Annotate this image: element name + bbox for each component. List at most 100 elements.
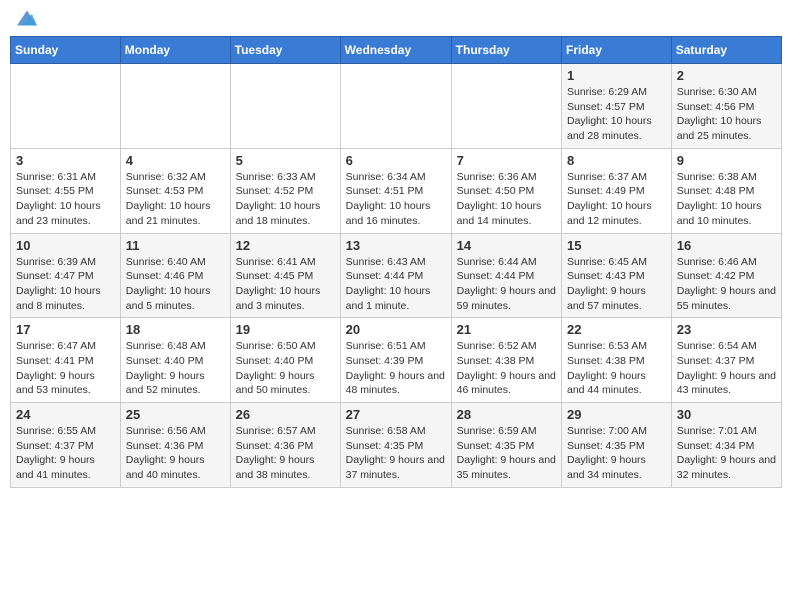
day-number: 5 <box>236 153 335 168</box>
day-cell: 19 Sunrise: 6:50 AM Sunset: 4:40 PM Dayli… <box>230 318 340 403</box>
week-row-5: 24 Sunrise: 6:55 AM Sunset: 4:37 PM Dayli… <box>11 403 782 488</box>
day-cell: 3Sunrise: 6:31 AM Sunset: 4:55 PM Daylig… <box>11 148 121 233</box>
day-cell: 2 Sunrise: 6:30 AM Sunset: 4:56 PM Daylig… <box>671 64 781 149</box>
day-info: Sunrise: 6:46 AM Sunset: 4:42 PM Dayligh… <box>677 255 776 314</box>
day-info: Sunrise: 6:38 AM Sunset: 4:48 PM Dayligh… <box>677 170 776 229</box>
day-cell: 14 Sunrise: 6:44 AM Sunset: 4:44 PM Dayli… <box>451 233 561 318</box>
day-cell: 26 Sunrise: 6:57 AM Sunset: 4:36 PM Dayli… <box>230 403 340 488</box>
day-number: 28 <box>457 407 556 422</box>
day-number: 3 <box>16 153 115 168</box>
day-info: Sunrise: 6:51 AM Sunset: 4:39 PM Dayligh… <box>346 339 446 398</box>
day-cell: 24 Sunrise: 6:55 AM Sunset: 4:37 PM Dayli… <box>11 403 121 488</box>
day-cell: 13 Sunrise: 6:43 AM Sunset: 4:44 PM Dayli… <box>340 233 451 318</box>
calendar-table: SundayMondayTuesdayWednesdayThursdayFrid… <box>10 36 782 488</box>
day-number: 10 <box>16 238 115 253</box>
day-info: Sunrise: 6:36 AM Sunset: 4:50 PM Dayligh… <box>457 170 556 229</box>
day-number: 14 <box>457 238 556 253</box>
day-info: Sunrise: 6:41 AM Sunset: 4:45 PM Dayligh… <box>236 255 335 314</box>
day-info: Sunrise: 6:37 AM Sunset: 4:49 PM Dayligh… <box>567 170 666 229</box>
day-cell: 15 Sunrise: 6:45 AM Sunset: 4:43 PM Dayli… <box>562 233 672 318</box>
day-number: 15 <box>567 238 666 253</box>
day-number: 13 <box>346 238 446 253</box>
day-info: Sunrise: 6:55 AM Sunset: 4:37 PM Dayligh… <box>16 424 115 483</box>
day-number: 1 <box>567 68 666 83</box>
day-info: Sunrise: 6:30 AM Sunset: 4:56 PM Dayligh… <box>677 85 776 144</box>
day-number: 16 <box>677 238 776 253</box>
day-cell: 27Sunrise: 6:58 AM Sunset: 4:35 PM Dayli… <box>340 403 451 488</box>
day-cell: 20 Sunrise: 6:51 AM Sunset: 4:39 PM Dayli… <box>340 318 451 403</box>
day-cell: 28 Sunrise: 6:59 AM Sunset: 4:35 PM Dayli… <box>451 403 561 488</box>
header-cell-thursday: Thursday <box>451 37 561 64</box>
day-info: Sunrise: 6:50 AM Sunset: 4:40 PM Dayligh… <box>236 339 335 398</box>
day-info: Sunrise: 6:56 AM Sunset: 4:36 PM Dayligh… <box>126 424 225 483</box>
day-number: 24 <box>16 407 115 422</box>
day-number: 25 <box>126 407 225 422</box>
day-number: 9 <box>677 153 776 168</box>
logo <box>15 10 37 26</box>
day-info: Sunrise: 6:45 AM Sunset: 4:43 PM Dayligh… <box>567 255 666 314</box>
day-number: 12 <box>236 238 335 253</box>
day-info: Sunrise: 6:29 AM Sunset: 4:57 PM Dayligh… <box>567 85 666 144</box>
day-info: Sunrise: 6:53 AM Sunset: 4:38 PM Dayligh… <box>567 339 666 398</box>
header-cell-monday: Monday <box>120 37 230 64</box>
day-cell <box>120 64 230 149</box>
day-cell: 10 Sunrise: 6:39 AM Sunset: 4:47 PM Dayli… <box>11 233 121 318</box>
day-info: Sunrise: 7:01 AM Sunset: 4:34 PM Dayligh… <box>677 424 776 483</box>
day-number: 30 <box>677 407 776 422</box>
header-cell-wednesday: Wednesday <box>340 37 451 64</box>
day-info: Sunrise: 6:44 AM Sunset: 4:44 PM Dayligh… <box>457 255 556 314</box>
day-cell: 12 Sunrise: 6:41 AM Sunset: 4:45 PM Dayli… <box>230 233 340 318</box>
header-cell-sunday: Sunday <box>11 37 121 64</box>
day-info: Sunrise: 6:39 AM Sunset: 4:47 PM Dayligh… <box>16 255 115 314</box>
day-info: Sunrise: 7:00 AM Sunset: 4:35 PM Dayligh… <box>567 424 666 483</box>
day-info: Sunrise: 6:48 AM Sunset: 4:40 PM Dayligh… <box>126 339 225 398</box>
day-cell: 4 Sunrise: 6:32 AM Sunset: 4:53 PM Daylig… <box>120 148 230 233</box>
header-cell-friday: Friday <box>562 37 672 64</box>
day-number: 20 <box>346 322 446 337</box>
header-cell-tuesday: Tuesday <box>230 37 340 64</box>
day-info: Sunrise: 6:33 AM Sunset: 4:52 PM Dayligh… <box>236 170 335 229</box>
day-number: 29 <box>567 407 666 422</box>
day-number: 19 <box>236 322 335 337</box>
week-row-1: 1 Sunrise: 6:29 AM Sunset: 4:57 PM Daylig… <box>11 64 782 149</box>
day-info: Sunrise: 6:57 AM Sunset: 4:36 PM Dayligh… <box>236 424 335 483</box>
header-cell-saturday: Saturday <box>671 37 781 64</box>
logo-icon <box>17 10 37 26</box>
week-row-3: 10 Sunrise: 6:39 AM Sunset: 4:47 PM Dayli… <box>11 233 782 318</box>
day-cell: 29 Sunrise: 7:00 AM Sunset: 4:35 PM Dayli… <box>562 403 672 488</box>
day-cell: 22 Sunrise: 6:53 AM Sunset: 4:38 PM Dayli… <box>562 318 672 403</box>
day-info: Sunrise: 6:47 AM Sunset: 4:41 PM Dayligh… <box>16 339 115 398</box>
day-cell: 25 Sunrise: 6:56 AM Sunset: 4:36 PM Dayli… <box>120 403 230 488</box>
day-info: Sunrise: 6:54 AM Sunset: 4:37 PM Dayligh… <box>677 339 776 398</box>
day-info: Sunrise: 6:32 AM Sunset: 4:53 PM Dayligh… <box>126 170 225 229</box>
day-number: 4 <box>126 153 225 168</box>
day-number: 2 <box>677 68 776 83</box>
day-number: 8 <box>567 153 666 168</box>
calendar-body: 1 Sunrise: 6:29 AM Sunset: 4:57 PM Daylig… <box>11 64 782 488</box>
day-cell <box>230 64 340 149</box>
calendar-header: SundayMondayTuesdayWednesdayThursdayFrid… <box>11 37 782 64</box>
day-cell: 11Sunrise: 6:40 AM Sunset: 4:46 PM Dayli… <box>120 233 230 318</box>
day-cell: 1 Sunrise: 6:29 AM Sunset: 4:57 PM Daylig… <box>562 64 672 149</box>
day-cell: 5 Sunrise: 6:33 AM Sunset: 4:52 PM Daylig… <box>230 148 340 233</box>
day-number: 22 <box>567 322 666 337</box>
day-number: 6 <box>346 153 446 168</box>
day-number: 7 <box>457 153 556 168</box>
week-row-4: 17 Sunrise: 6:47 AM Sunset: 4:41 PM Dayli… <box>11 318 782 403</box>
header-row: SundayMondayTuesdayWednesdayThursdayFrid… <box>11 37 782 64</box>
day-cell: 21Sunrise: 6:52 AM Sunset: 4:38 PM Dayli… <box>451 318 561 403</box>
day-info: Sunrise: 6:43 AM Sunset: 4:44 PM Dayligh… <box>346 255 446 314</box>
day-cell <box>340 64 451 149</box>
day-info: Sunrise: 6:34 AM Sunset: 4:51 PM Dayligh… <box>346 170 446 229</box>
day-number: 17 <box>16 322 115 337</box>
day-cell: 30 Sunrise: 7:01 AM Sunset: 4:34 PM Dayli… <box>671 403 781 488</box>
day-number: 26 <box>236 407 335 422</box>
day-cell: 17 Sunrise: 6:47 AM Sunset: 4:41 PM Dayli… <box>11 318 121 403</box>
day-number: 27 <box>346 407 446 422</box>
day-cell: 8 Sunrise: 6:37 AM Sunset: 4:49 PM Daylig… <box>562 148 672 233</box>
day-cell <box>11 64 121 149</box>
day-cell: 6 Sunrise: 6:34 AM Sunset: 4:51 PM Daylig… <box>340 148 451 233</box>
day-info: Sunrise: 6:40 AM Sunset: 4:46 PM Dayligh… <box>126 255 225 314</box>
day-cell: 7 Sunrise: 6:36 AM Sunset: 4:50 PM Daylig… <box>451 148 561 233</box>
day-info: Sunrise: 6:59 AM Sunset: 4:35 PM Dayligh… <box>457 424 556 483</box>
